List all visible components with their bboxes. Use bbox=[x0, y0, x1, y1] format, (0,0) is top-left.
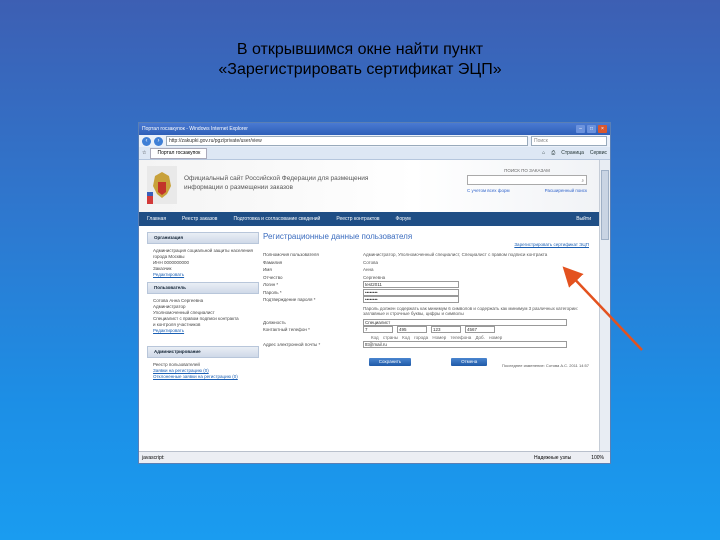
form-row-phone: Контактный телефон * 7 495 123 4567 bbox=[263, 326, 593, 334]
browser-window: Портал госзакупок - Windows Internet Exp… bbox=[138, 122, 611, 464]
page-title: Регистрационные данные пользователя bbox=[263, 232, 413, 241]
order-search-input[interactable]: ⌕ bbox=[467, 175, 587, 185]
nav-contracts[interactable]: Реестр контрактов bbox=[336, 216, 379, 222]
web-page: Официальный сайт Российской Федерации дл… bbox=[139, 160, 599, 451]
close-icon[interactable]: × bbox=[598, 125, 607, 133]
user-edit-link[interactable]: Редактировать bbox=[153, 328, 253, 334]
site-title: Официальный сайт Российской Федерации дл… bbox=[184, 174, 394, 192]
search-all-forms[interactable]: С учетом всех форм bbox=[467, 188, 510, 193]
search-icon[interactable]: ⌕ bbox=[581, 178, 584, 183]
form-row-confirm: Подтверждение пароля * •••••••• bbox=[263, 296, 593, 304]
zoom-level[interactable]: 100% bbox=[591, 455, 604, 461]
address-bar: ‹ › http://zakupki.gov.ru/pgz/private/us… bbox=[139, 135, 610, 147]
admin-header[interactable]: Администрирование bbox=[147, 346, 259, 358]
home-icon[interactable]: ⌂ bbox=[542, 150, 545, 156]
scrollbar-thumb[interactable] bbox=[601, 170, 609, 240]
site-banner: Официальный сайт Российской Федерации дл… bbox=[139, 160, 599, 212]
maximize-icon[interactable]: □ bbox=[587, 125, 596, 133]
forward-icon[interactable]: › bbox=[154, 136, 163, 146]
form-row-surname: Фамилия Сотова bbox=[263, 259, 593, 267]
confirm-password-input[interactable]: •••••••• bbox=[363, 296, 459, 304]
cmd-tools[interactable]: Сервис bbox=[590, 150, 607, 156]
nav-forum[interactable]: Форум bbox=[396, 216, 411, 222]
nav-orders[interactable]: Реестр заказов bbox=[182, 216, 217, 222]
coat-of-arms-icon bbox=[147, 166, 177, 204]
window-title: Портал госзакупок - Windows Internet Exp… bbox=[142, 126, 248, 132]
slide-title-line2: «Зарегистрировать сертификат ЭЦП» bbox=[218, 61, 502, 78]
org-info: Администрация социальной защиты населени… bbox=[147, 244, 259, 282]
login-input[interactable]: test2011 bbox=[363, 281, 459, 289]
main-nav: Главная Реестр заказов Подготовка и согл… bbox=[139, 212, 599, 226]
email-label: Адрес электронной почты * bbox=[263, 341, 321, 347]
surname-value: Сотова bbox=[363, 259, 379, 265]
print-icon[interactable]: ⎙ bbox=[551, 150, 555, 156]
confirm-password-label: Подтверждение пароля * bbox=[263, 297, 316, 303]
form-row-patronymic: Отчество Сергеевна bbox=[263, 274, 593, 282]
browser-search-input[interactable]: Поиск bbox=[531, 136, 607, 146]
phone-country-input[interactable]: 7 bbox=[363, 326, 393, 334]
password-note: Пароль должен содержать как минимум 6 си… bbox=[363, 305, 578, 316]
page-scrollbar[interactable] bbox=[599, 160, 610, 451]
name-value: Анна bbox=[363, 267, 374, 273]
site-title-line1: Официальный сайт Российской Федерации дл… bbox=[184, 175, 369, 182]
window-titlebar: Портал госзакупок - Windows Internet Exp… bbox=[139, 123, 610, 135]
status-text: javascript: bbox=[142, 454, 165, 461]
user-info: Сотова Анна Сергеевна Администратор Упол… bbox=[147, 294, 259, 338]
form-row-email: Адрес электронной почты * ttt@mail.ru bbox=[263, 340, 593, 349]
order-search: ПОИСК ПО ЗАКАЗАМ ⌕ С учетом всех форм Ра… bbox=[467, 168, 587, 193]
advanced-search-link[interactable]: Расширенный поиск bbox=[545, 188, 587, 193]
save-button[interactable]: Сохранить bbox=[368, 358, 412, 366]
phone-label: Контактный телефон * bbox=[263, 327, 310, 333]
patronymic-value: Сергеевна bbox=[363, 274, 386, 280]
user-header[interactable]: Пользователь bbox=[147, 282, 259, 294]
cancel-button[interactable]: Отмена bbox=[451, 358, 488, 366]
nav-home[interactable]: Главная bbox=[147, 216, 166, 222]
patronymic-label: Отчество bbox=[263, 274, 283, 280]
password-label: Пароль * bbox=[263, 289, 282, 295]
sidebar: Организация Администрация социальной защ… bbox=[147, 232, 259, 384]
slide-title-line1: В открывшимся окне найти пункт bbox=[236, 41, 484, 58]
name-label: Имя bbox=[263, 267, 272, 273]
order-search-label: ПОИСК ПО ЗАКАЗАМ bbox=[504, 168, 550, 173]
position-label: Должность bbox=[263, 319, 286, 325]
permissions-value: Администратор, Уполномоченный специалист… bbox=[363, 252, 548, 258]
form-row-position: Должность Специалист bbox=[263, 318, 593, 327]
form-row-login: Логин * test2011 bbox=[263, 281, 593, 289]
password-input[interactable]: •••••••• bbox=[363, 288, 459, 296]
site-title-line2: информации о размещении заказов bbox=[184, 184, 293, 191]
position-input[interactable]: Специалист bbox=[363, 318, 567, 326]
email-input[interactable]: ttt@mail.ru bbox=[363, 340, 567, 348]
phone-number-input[interactable]: 123 bbox=[431, 326, 461, 334]
status-bar: javascript: Надежные узлы 100% bbox=[139, 451, 610, 463]
url-input[interactable]: http://zakupki.gov.ru/pgz/private/user/v… bbox=[166, 136, 528, 146]
nav-preparation[interactable]: Подготовка и согласование сведений bbox=[233, 216, 320, 222]
user-registration-form: Регистрационные данные пользователя Заре… bbox=[263, 232, 593, 368]
permissions-label: Полномочия пользователя bbox=[263, 252, 319, 258]
security-zone: Надежные узлы bbox=[534, 454, 572, 461]
rejected-requests-link[interactable]: Отклоненные заявки на регистрацию (0) bbox=[153, 374, 253, 380]
form-row-permissions: Полномочия пользователя Администратор, У… bbox=[263, 251, 593, 259]
form-row-name: Имя Анна bbox=[263, 266, 593, 274]
register-certificate-link[interactable]: Зарегистрировать сертификат ЭЦП bbox=[514, 242, 589, 247]
phone-city-input[interactable]: 495 bbox=[397, 326, 427, 334]
phone-ext-input[interactable]: 4567 bbox=[465, 326, 495, 334]
minimize-icon[interactable]: – bbox=[576, 125, 585, 133]
back-icon[interactable]: ‹ bbox=[142, 136, 151, 146]
org-edit-link[interactable]: Редактировать bbox=[153, 272, 253, 278]
tab-portal[interactable]: Портал госзакупок bbox=[150, 147, 208, 159]
phone-caption: Код страны Код города Номер телефона Доб… bbox=[371, 334, 503, 340]
surname-label: Фамилия bbox=[263, 259, 283, 265]
org-header[interactable]: Организация bbox=[147, 232, 259, 244]
login-label: Логин * bbox=[263, 282, 279, 288]
cmd-page[interactable]: Страница bbox=[561, 150, 584, 156]
last-change-info: Последнее изменение: Сотова А.С. 2011 14… bbox=[501, 363, 589, 368]
slide-title: В открывшимся окне найти пункт «Зарегист… bbox=[0, 40, 720, 80]
tab-bar: ☆ Портал госзакупок ⌂ ⎙ Страница Сервис bbox=[139, 147, 610, 160]
nav-logout[interactable]: Выйти bbox=[576, 216, 591, 222]
favorites-star-icon[interactable]: ☆ bbox=[142, 150, 146, 156]
form-row-password: Пароль * •••••••• bbox=[263, 288, 593, 297]
admin-info: Реестр пользователей Заявки на регистрац… bbox=[147, 358, 259, 384]
